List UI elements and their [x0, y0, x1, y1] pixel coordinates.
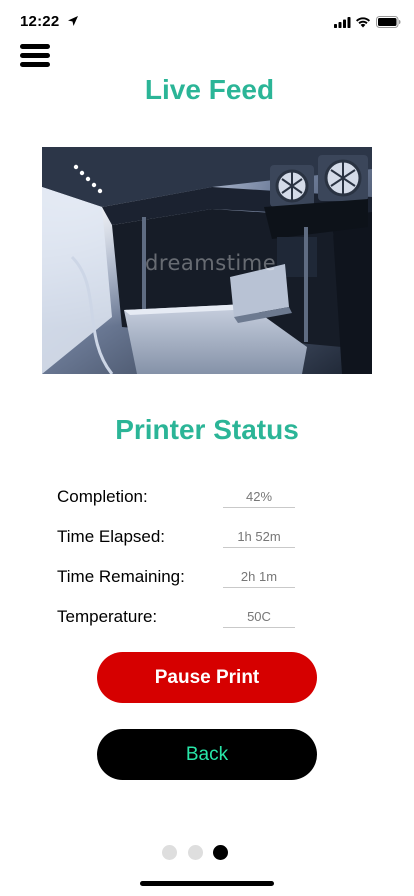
status-time: 12:22: [20, 13, 60, 30]
pause-print-button[interactable]: Pause Print: [97, 652, 317, 703]
time-remaining-label: Time Remaining:: [57, 567, 185, 586]
battery-icon: [376, 16, 401, 28]
page-dot-3-active[interactable]: [213, 845, 228, 860]
location-arrow-icon: [68, 16, 78, 26]
page-dot-2[interactable]: [188, 845, 203, 860]
page-title: Live Feed: [144, 74, 275, 105]
page-indicator: [162, 845, 232, 861]
menu-button[interactable]: [20, 44, 50, 74]
time-remaining-row: Time Remaining: 2h 1m: [57, 567, 357, 591]
completion-value: 42%: [223, 489, 295, 508]
temperature-value: 50C: [223, 609, 295, 628]
live-feed-image: dreamstime: [42, 147, 372, 374]
time-remaining-value: 2h 1m: [223, 569, 295, 588]
time-elapsed-label: Time Elapsed:: [57, 527, 166, 546]
printer-status-title: Printer Status: [115, 414, 299, 445]
back-button[interactable]: Back: [97, 729, 317, 780]
signal-icon: [334, 17, 351, 28]
completion-row: Completion: 42%: [57, 487, 357, 511]
completion-label: Completion:: [57, 487, 148, 506]
home-indicator[interactable]: [140, 881, 274, 886]
status-bar: 12:22: [0, 0, 414, 44]
temperature-row: Temperature: 50C: [57, 607, 357, 631]
time-elapsed-row: Time Elapsed: 1h 52m: [57, 527, 357, 551]
wifi-icon: [356, 17, 370, 28]
watermark-text: dreamstime: [145, 251, 277, 275]
time-elapsed-value: 1h 52m: [223, 529, 295, 548]
temperature-label: Temperature:: [57, 607, 158, 626]
page-dot-1[interactable]: [162, 845, 177, 860]
